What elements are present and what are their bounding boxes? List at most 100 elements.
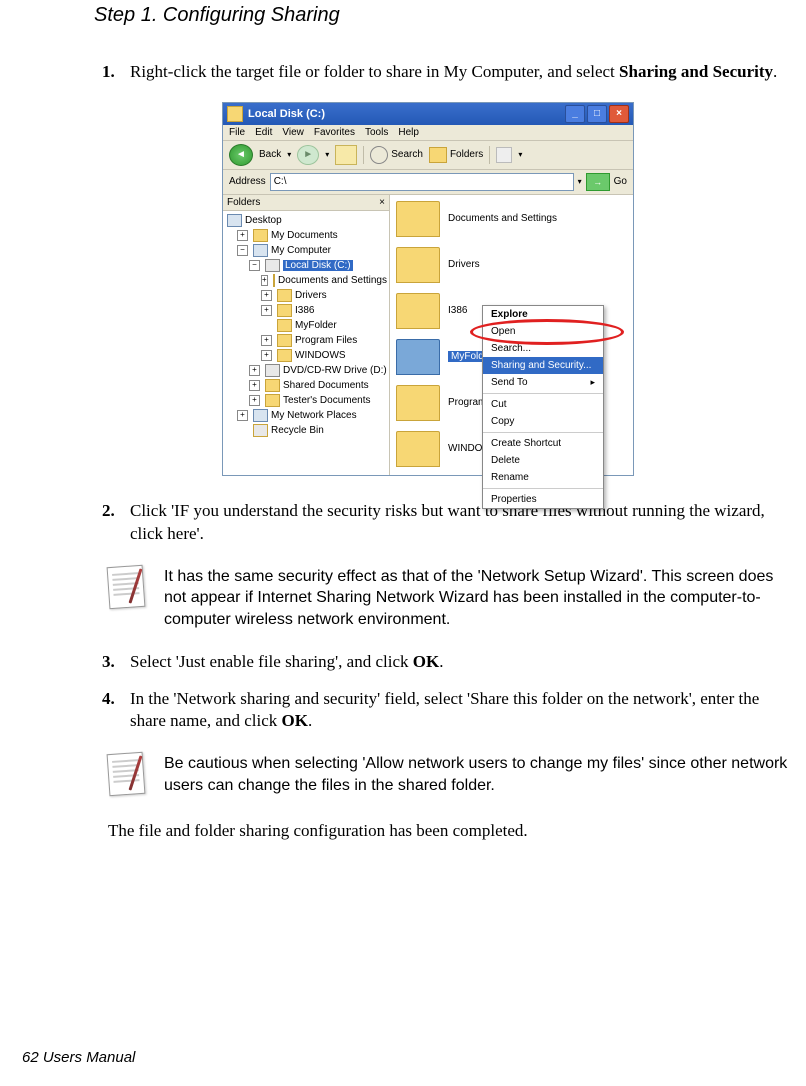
step-1-text-a: Right-click the target file or folder to… <box>130 62 619 81</box>
folder-icon <box>396 431 440 467</box>
context-menu: Explore Open Search... Sharing and Secur… <box>482 305 604 509</box>
up-button[interactable] <box>335 145 357 165</box>
tree-netplaces[interactable]: +My Network Places <box>227 408 387 423</box>
step-2-number: 2. <box>102 500 130 546</box>
menu-edit[interactable]: Edit <box>255 127 272 138</box>
search-icon <box>370 146 388 164</box>
folder-content-pane: Documents and Settings Drivers I386 MyFo… <box>390 195 633 475</box>
step-1-text: Right-click the target file or folder to… <box>130 61 796 84</box>
tree-i386[interactable]: +I386 <box>227 303 387 318</box>
note-icon <box>108 753 148 797</box>
note-icon <box>108 566 148 610</box>
step-4-number: 4. <box>102 688 130 734</box>
ctx-cut[interactable]: Cut <box>483 396 603 413</box>
back-label: Back <box>259 149 281 160</box>
address-bar: Address ▾ → Go <box>223 170 633 195</box>
screenshot-container: Local Disk (C:) _ □ × File Edit View Fav… <box>60 102 796 476</box>
explorer-window: Local Disk (C:) _ □ × File Edit View Fav… <box>222 102 634 476</box>
folder-icon <box>396 339 440 375</box>
go-label: Go <box>614 176 627 187</box>
step-2: 2. Click 'IF you understand the security… <box>102 500 796 546</box>
step-2-text: Click 'IF you understand the security ri… <box>130 500 796 546</box>
go-button[interactable]: → <box>586 173 610 191</box>
folder-label: Drivers <box>448 259 480 270</box>
closing-text: The file and folder sharing configuratio… <box>108 821 796 841</box>
step-4-text-a: In the 'Network sharing and security' fi… <box>130 689 759 731</box>
back-button[interactable]: ◄ <box>229 144 253 166</box>
note-1: It has the same security effect as that … <box>108 566 796 631</box>
ctx-search[interactable]: Search... <box>483 340 603 357</box>
folder-tree-header: Folders× <box>223 195 389 211</box>
step-4-bold: OK <box>282 711 308 730</box>
menu-favorites[interactable]: Favorites <box>314 127 355 138</box>
drive-icon <box>227 106 243 122</box>
maximize-button[interactable]: □ <box>587 105 607 123</box>
folder-icon <box>396 247 440 283</box>
folders-icon <box>429 147 447 163</box>
folder-item[interactable]: Documents and Settings <box>396 201 627 237</box>
step-3-bold: OK <box>413 652 439 671</box>
menu-view[interactable]: View <box>282 127 304 138</box>
tree-progfiles[interactable]: +Program Files <box>227 333 387 348</box>
views-button[interactable] <box>496 147 512 163</box>
menu-help[interactable]: Help <box>398 127 419 138</box>
menu-file[interactable]: File <box>229 127 245 138</box>
window-title: Local Disk (C:) <box>248 108 325 120</box>
folder-label: Documents and Settings <box>448 213 557 224</box>
page-footer: 62 Users Manual <box>22 1049 135 1066</box>
tree-close-icon[interactable]: × <box>379 197 385 208</box>
tree-myfolder[interactable]: +MyFolder <box>227 318 387 333</box>
tree-mydocs[interactable]: +My Documents <box>227 228 387 243</box>
tree-dvd[interactable]: +DVD/CD-RW Drive (D:) <box>227 363 387 378</box>
folder-icon <box>396 385 440 421</box>
tree-shared[interactable]: +Shared Documents <box>227 378 387 393</box>
tree-windows[interactable]: +WINDOWS <box>227 348 387 363</box>
tree-docset[interactable]: +Documents and Settings <box>227 273 387 288</box>
ctx-open[interactable]: Open <box>483 323 603 340</box>
step-1-text-b: . <box>773 62 777 81</box>
folder-icon <box>396 201 440 237</box>
ctx-copy[interactable]: Copy <box>483 413 603 430</box>
ctx-sendto[interactable]: Send To <box>483 374 603 391</box>
step-3-number: 3. <box>102 651 130 674</box>
tree-mycomp[interactable]: −My Computer <box>227 243 387 258</box>
step-3-text: Select 'Just enable file sharing', and c… <box>130 651 796 674</box>
step-3: 3. Select 'Just enable file sharing', an… <box>102 651 796 674</box>
window-titlebar: Local Disk (C:) _ □ × <box>223 103 633 125</box>
ctx-properties[interactable]: Properties <box>483 491 603 508</box>
search-button[interactable]: Search <box>370 146 423 164</box>
step-4-text: In the 'Network sharing and security' fi… <box>130 688 796 734</box>
tree-desktop[interactable]: Desktop <box>227 213 387 228</box>
minimize-button[interactable]: _ <box>565 105 585 123</box>
step-4: 4. In the 'Network sharing and security'… <box>102 688 796 734</box>
step-1: 1. Right-click the target file or folder… <box>102 61 796 84</box>
ctx-delete[interactable]: Delete <box>483 452 603 469</box>
address-label: Address <box>229 176 266 187</box>
folder-label: I386 <box>448 305 467 316</box>
step-4-text-b: . <box>308 711 312 730</box>
tree-recycle[interactable]: +Recycle Bin <box>227 423 387 438</box>
ctx-shortcut[interactable]: Create Shortcut <box>483 435 603 452</box>
tree-localdisk[interactable]: −Local Disk (C:) <box>227 258 387 273</box>
menu-tools[interactable]: Tools <box>365 127 388 138</box>
menu-bar: File Edit View Favorites Tools Help <box>223 125 633 141</box>
toolbar: ◄ Back ▾ ► ▾ Search Folders ▾ <box>223 141 633 170</box>
close-button[interactable]: × <box>609 105 629 123</box>
step-3-text-b: . <box>439 652 443 671</box>
folders-label: Folders <box>450 149 483 160</box>
ctx-explore[interactable]: Explore <box>483 306 603 323</box>
address-input[interactable] <box>270 173 574 191</box>
folder-item[interactable]: Drivers <box>396 247 627 283</box>
tree-tester[interactable]: +Tester's Documents <box>227 393 387 408</box>
tree-drivers[interactable]: +Drivers <box>227 288 387 303</box>
folder-tree-pane: Folders× Desktop +My Documents −My Compu… <box>223 195 390 475</box>
forward-button[interactable]: ► <box>297 145 319 165</box>
step-1-number: 1. <box>102 61 130 84</box>
note-2: Be cautious when selecting 'Allow networ… <box>108 753 796 797</box>
folders-button[interactable]: Folders <box>429 147 483 163</box>
ctx-sharing[interactable]: Sharing and Security... <box>483 357 603 374</box>
step-1-bold: Sharing and Security <box>619 62 773 81</box>
ctx-rename[interactable]: Rename <box>483 469 603 486</box>
step-title: Step 1. Configuring Sharing <box>94 4 796 27</box>
note-1-text: It has the same security effect as that … <box>164 566 796 631</box>
